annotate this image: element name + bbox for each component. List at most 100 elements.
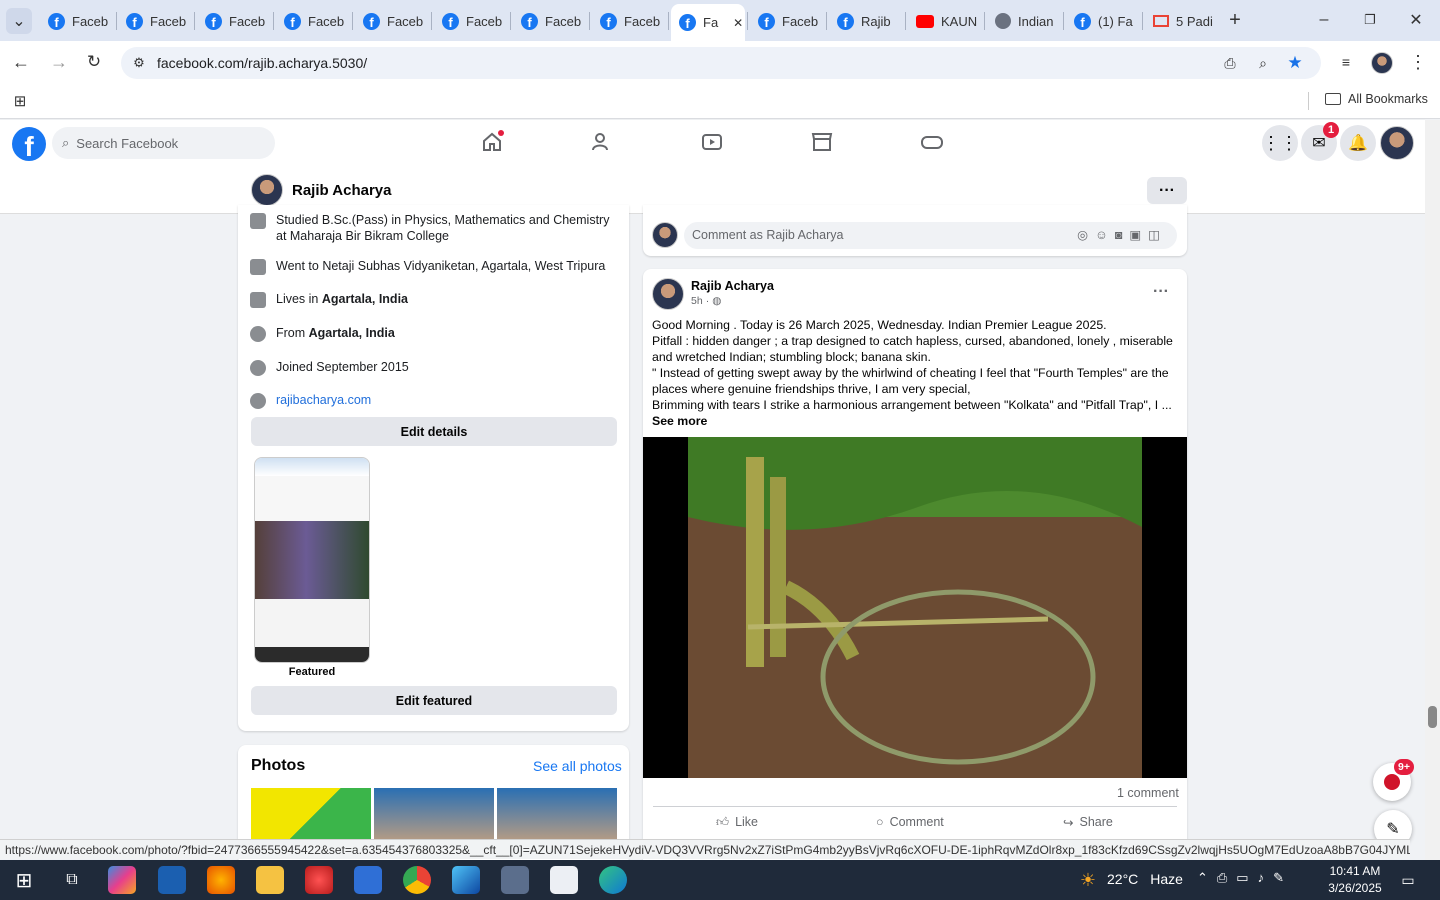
tab-label: (1) Fa: [1098, 13, 1133, 29]
media-control-icon[interactable]: ≡: [1336, 52, 1356, 72]
browser-tab[interactable]: 5 Padi: [1145, 6, 1219, 36]
minimize-icon[interactable]: –: [1312, 8, 1336, 32]
tab-label: KAUN: [941, 13, 978, 29]
browser-menu-icon[interactable]: ⋮: [1408, 52, 1428, 72]
forward-icon[interactable]: →: [48, 51, 70, 73]
tab-separator: [747, 12, 748, 30]
see-all-photos-link[interactable]: See all photos: [533, 758, 622, 774]
gaming-icon[interactable]: [920, 130, 944, 154]
post-options-icon[interactable]: ···: [1153, 283, 1169, 301]
public-globe-icon: ◍: [712, 295, 722, 307]
browser-tab[interactable]: f Faceb: [40, 6, 114, 36]
intro-item-place[interactable]: Agartala, India: [322, 292, 408, 306]
intro-item-place[interactable]: Agartala, India: [309, 326, 395, 340]
marketplace-icon[interactable]: [810, 130, 834, 154]
facebook-icon: f: [758, 12, 775, 30]
page-scrollbar[interactable]: [1425, 120, 1440, 860]
new-tab-icon[interactable]: +: [1224, 9, 1246, 31]
copilot-icon[interactable]: [108, 866, 136, 894]
home-icon[interactable]: [480, 130, 504, 154]
tab-label: 5 Padi: [1176, 13, 1213, 29]
browser-tab[interactable]: f Faceb: [276, 6, 350, 36]
edit-details-button[interactable]: Edit details: [251, 417, 617, 446]
browser-tab[interactable]: f Faceb: [434, 6, 508, 36]
browser-tab[interactable]: f Faceb: [750, 6, 824, 36]
weather-widget[interactable]: 22°C Haze: [1107, 871, 1183, 887]
reload-icon[interactable]: ↻: [83, 51, 105, 73]
edge-icon[interactable]: [599, 866, 627, 894]
featured-thumbnail[interactable]: [254, 457, 370, 663]
edit-featured-button[interactable]: Edit featured: [251, 686, 617, 715]
app-icon[interactable]: [158, 866, 186, 894]
comment-placeholder: Comment as Rajib Acharya: [692, 228, 844, 242]
system-tray-icons[interactable]: ⌃⎙▭♪✎: [1197, 870, 1293, 886]
post-time[interactable]: 5h: [691, 295, 703, 307]
microsoft-store-icon[interactable]: [354, 866, 382, 894]
firefox-icon[interactable]: [207, 866, 235, 894]
browser-tab[interactable]: f Faceb: [592, 6, 666, 36]
facebook-logo-icon[interactable]: f: [12, 127, 46, 161]
browser-tab[interactable]: f Faceb: [118, 6, 192, 36]
intro-item-text: Studied B.Sc.(Pass) in Physics, Mathemat…: [276, 213, 610, 243]
browser-tab[interactable]: f Faceb: [513, 6, 587, 36]
comment-button[interactable]: ○ Comment: [876, 815, 944, 829]
comment-input[interactable]: Comment as Rajib Acharya ◎☺◙▣◫: [684, 222, 1177, 249]
app-icon-2[interactable]: [501, 866, 529, 894]
opera-icon[interactable]: [305, 866, 333, 894]
post-author-avatar[interactable]: [652, 278, 684, 310]
like-button[interactable]: 👍︎ Like: [716, 815, 758, 830]
browser-tab[interactable]: f Fa ✕: [671, 4, 745, 41]
share-button[interactable]: ↪ Share: [1063, 815, 1113, 830]
apps-grid-icon[interactable]: ⊞: [10, 91, 30, 111]
notification-center-icon[interactable]: ▭: [1398, 870, 1418, 890]
file-explorer-icon[interactable]: [256, 866, 284, 894]
profile-avatar[interactable]: [251, 174, 283, 206]
browser-tab[interactable]: f Rajib: [829, 6, 903, 36]
see-more-link[interactable]: See more: [652, 413, 1182, 429]
site-info-icon[interactable]: ⚙: [129, 53, 149, 73]
menu-grid-icon[interactable]: ⋮⋮: [1262, 125, 1298, 161]
notifications-icon[interactable]: 🔔: [1340, 125, 1376, 161]
post-image-frame[interactable]: [643, 437, 1187, 778]
windows-start-icon[interactable]: ⊞: [12, 868, 36, 892]
task-view-icon[interactable]: ⧉: [60, 868, 84, 892]
photos-app-icon[interactable]: [452, 866, 480, 894]
zoom-icon[interactable]: ⌕: [1253, 53, 1273, 73]
maximize-icon[interactable]: ❐: [1358, 8, 1382, 32]
browser-profile-avatar[interactable]: [1371, 52, 1393, 74]
comment-tools-icons[interactable]: ◎☺◙▣◫: [1077, 227, 1167, 242]
video-icon[interactable]: [700, 130, 724, 154]
notepad-icon[interactable]: [550, 866, 578, 894]
featured-label: Featured: [288, 666, 336, 678]
website-link[interactable]: rajibacharya.com: [276, 393, 371, 407]
share-label: Share: [1079, 815, 1113, 829]
url-field[interactable]: ⚙ facebook.com/rajib.acharya.5030/ ⎙ ⌕ ★: [121, 47, 1321, 79]
clock[interactable]: 10:41 AM 3/26/2025: [1320, 863, 1390, 897]
close-window-icon[interactable]: ✕: [1404, 8, 1428, 32]
tab-label: Faceb: [782, 13, 819, 29]
scrollbar-thumb[interactable]: [1428, 706, 1437, 728]
tab-label: Faceb: [545, 13, 582, 29]
bookmark-star-icon[interactable]: ★: [1285, 53, 1305, 73]
tab-separator: [116, 12, 117, 30]
tab-separator: [194, 12, 195, 30]
close-tab-icon[interactable]: ✕: [733, 16, 743, 30]
profile-more-button[interactable]: ···: [1147, 177, 1187, 204]
browser-tab[interactable]: KAUN: [908, 6, 982, 36]
friends-icon[interactable]: [590, 130, 614, 154]
tab-list-dropdown-icon[interactable]: ⌄: [6, 8, 32, 34]
browser-tab[interactable]: f Faceb: [355, 6, 429, 36]
browser-tab[interactable]: f (1) Fa: [1066, 6, 1140, 36]
profile-name[interactable]: Rajib Acharya: [292, 182, 392, 199]
search-input[interactable]: ⌕ Search Facebook: [52, 127, 275, 159]
all-bookmarks[interactable]: All Bookmarks: [1325, 92, 1428, 106]
browser-tab[interactable]: f Faceb: [197, 6, 271, 36]
post-author[interactable]: Rajib Acharya: [691, 279, 774, 293]
install-app-icon[interactable]: ⎙: [1220, 53, 1240, 73]
account-avatar[interactable]: [1380, 126, 1414, 160]
browser-tab[interactable]: Indian: [987, 6, 1061, 36]
clock-icon: [250, 360, 266, 376]
chrome-icon[interactable]: [403, 866, 431, 894]
back-icon[interactable]: ←: [10, 51, 32, 73]
comment-count[interactable]: 1 comment: [1117, 786, 1179, 800]
